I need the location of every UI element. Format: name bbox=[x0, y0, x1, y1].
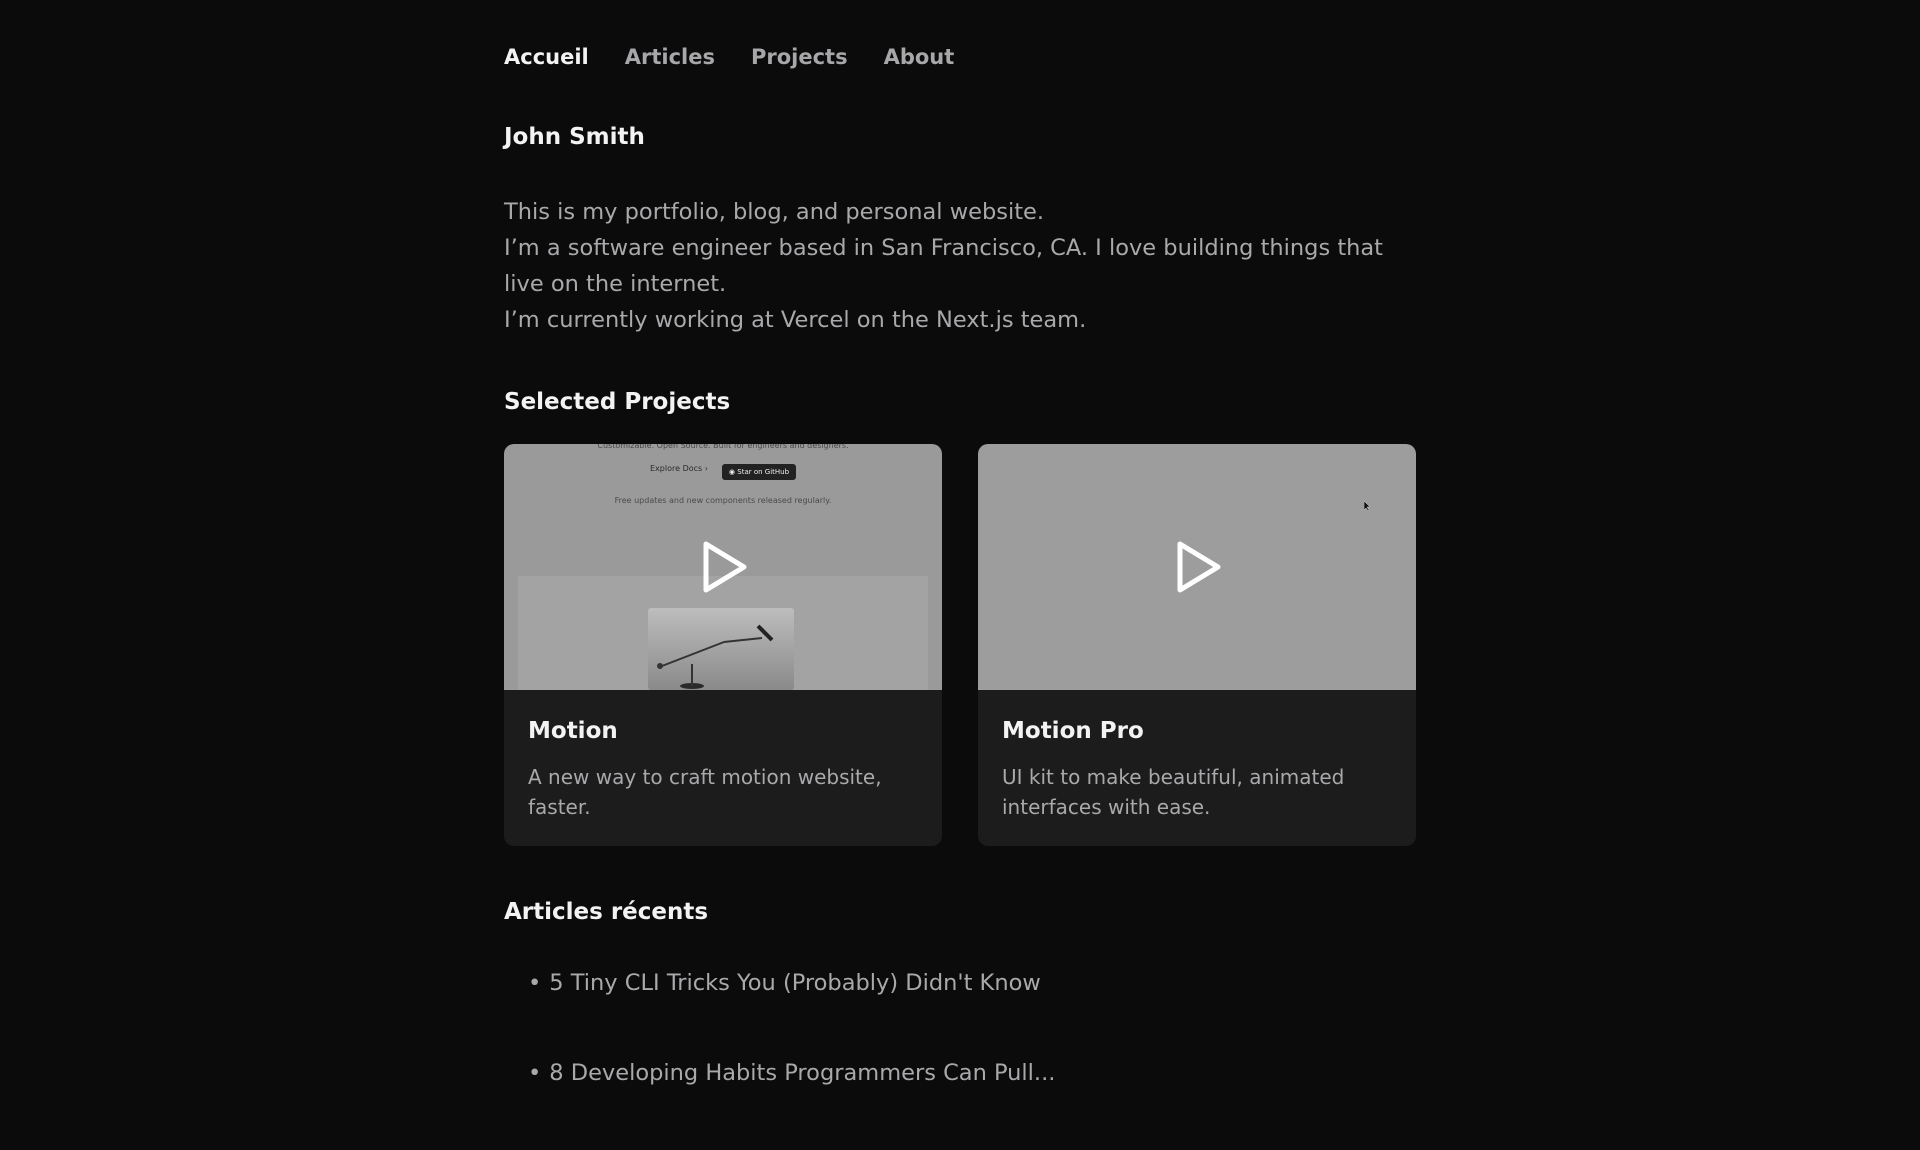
nav-item-accueil[interactable]: Accueil bbox=[504, 45, 589, 69]
projects-grid: Customizable. Open Source. Built for eng… bbox=[504, 444, 1416, 846]
preview-updates-text: Free updates and new components released… bbox=[614, 496, 832, 505]
project-title: Motion Pro bbox=[1002, 718, 1144, 744]
article-link[interactable]: • 8 Developing Habits Programmers Can Pul… bbox=[528, 1060, 1408, 1150]
bullet-icon: • bbox=[528, 970, 542, 996]
github-icon: ◉ bbox=[728, 468, 738, 476]
page: Accueil Articles Projects About John Smi… bbox=[504, 0, 1416, 1086]
preview-docs-link: Explore Docs › bbox=[650, 464, 708, 473]
preview-tagline: Customizable. Open Source. Built for eng… bbox=[597, 444, 849, 450]
project-description: A new way to craft motion website, faste… bbox=[528, 765, 882, 819]
profile-name: John Smith bbox=[504, 124, 645, 150]
intro-line: This is my portfolio, blog, and personal… bbox=[504, 199, 1045, 225]
article-title: 8 Developing Habits Programmers Can Pull… bbox=[549, 1060, 1056, 1086]
project-card-motion[interactable]: Customizable. Open Source. Built for eng… bbox=[504, 444, 942, 846]
project-card-motion-pro[interactable]: Motion Pro UI kit to make beautiful, ani… bbox=[978, 444, 1416, 846]
articles-heading: Articles récents bbox=[504, 899, 709, 925]
nav-item-projects[interactable]: Projects bbox=[751, 45, 848, 69]
nav-item-about[interactable]: About bbox=[884, 45, 955, 69]
preview-github-button: ◉ Star on GitHub bbox=[722, 464, 796, 480]
intro-text: This is my portfolio, blog, and personal… bbox=[504, 194, 1416, 338]
project-description: UI kit to make beautiful, animated inter… bbox=[1002, 765, 1345, 819]
intro-line: I’m currently working at Vercel on the N… bbox=[504, 307, 1087, 333]
play-icon[interactable] bbox=[700, 540, 748, 594]
nav-item-articles[interactable]: Articles bbox=[625, 45, 715, 69]
project-title: Motion bbox=[528, 718, 618, 744]
articles-list: • 5 Tiny CLI Tricks You (Probably) Didn't… bbox=[528, 970, 1408, 1150]
preview-lamp-image bbox=[648, 608, 794, 690]
article-title: 5 Tiny CLI Tricks You (Probably) Didn't … bbox=[549, 970, 1041, 996]
project-video-thumbnail[interactable]: Customizable. Open Source. Built for eng… bbox=[504, 444, 942, 690]
article-link[interactable]: • 5 Tiny CLI Tricks You (Probably) Didn't… bbox=[528, 970, 1408, 1060]
preview-github-label: Star on GitHub bbox=[737, 468, 790, 476]
project-video-thumbnail[interactable] bbox=[978, 444, 1416, 690]
intro-line: I’m a software engineer based in San Fra… bbox=[504, 235, 1384, 297]
main-nav: Accueil Articles Projects About bbox=[504, 42, 954, 72]
bullet-icon: • bbox=[528, 1060, 542, 1086]
mouse-cursor-icon bbox=[1364, 501, 1370, 511]
play-icon[interactable] bbox=[1174, 540, 1222, 594]
projects-heading: Selected Projects bbox=[504, 389, 731, 415]
